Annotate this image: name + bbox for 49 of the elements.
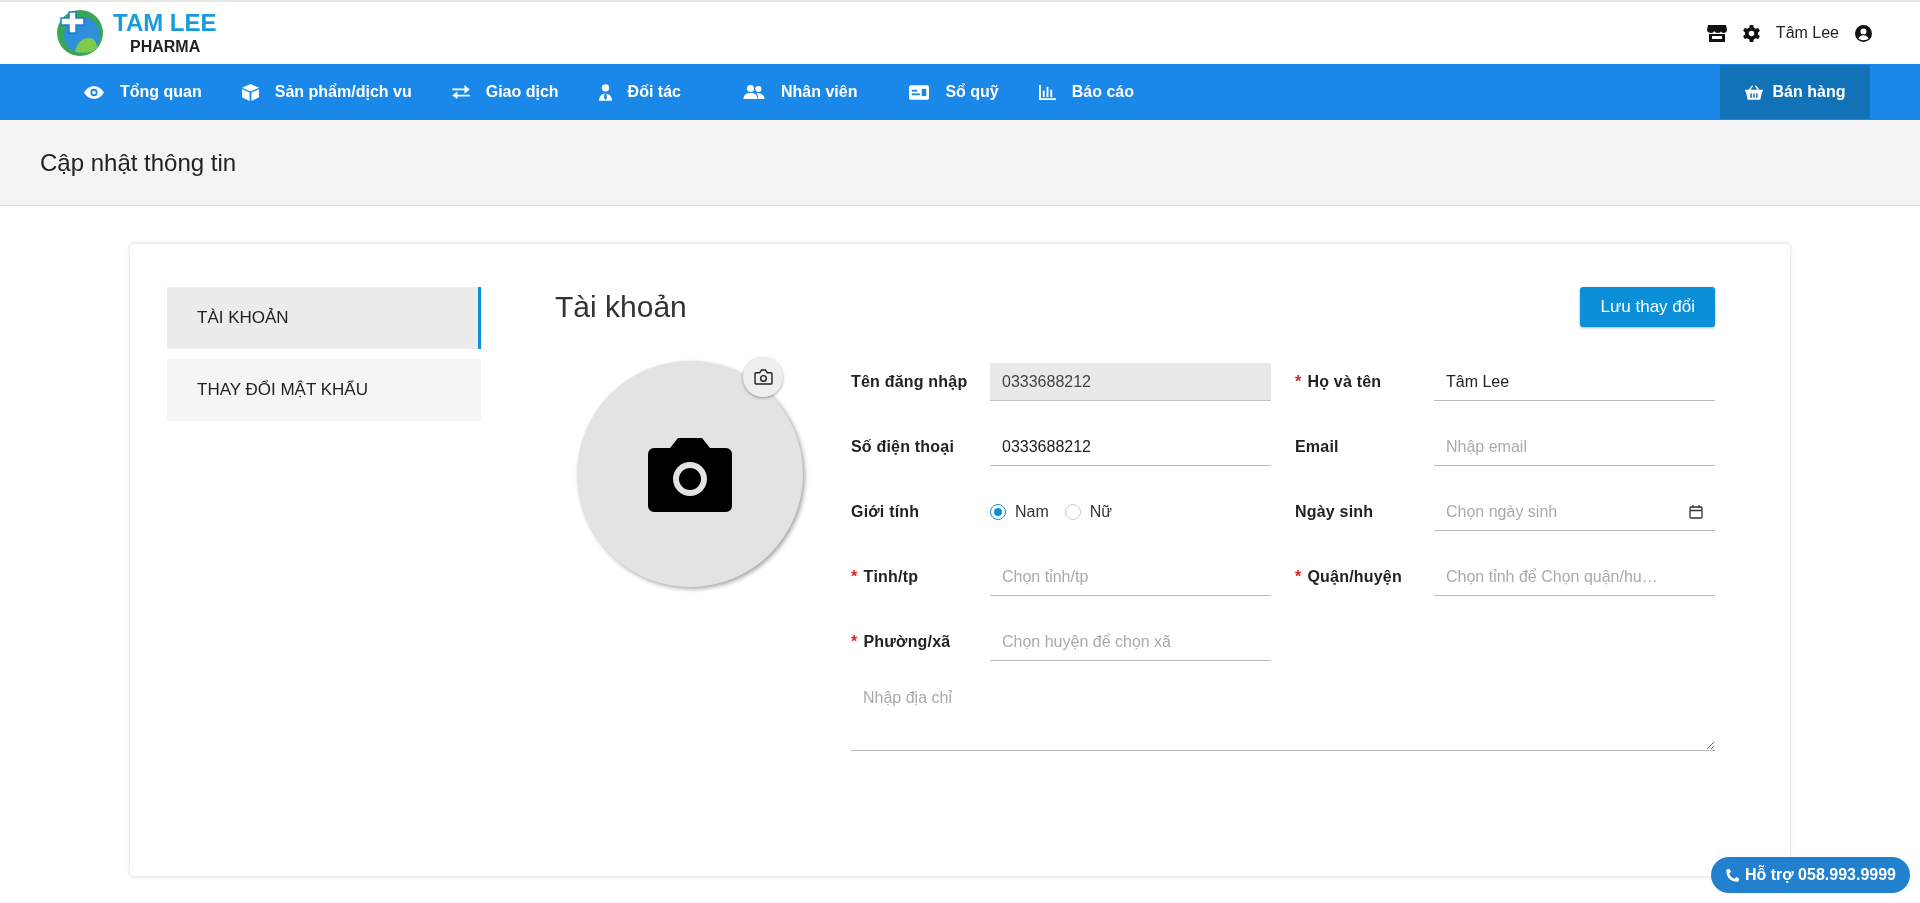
logo-name: TAM LEE: [113, 9, 217, 37]
basket-icon: [1744, 84, 1763, 100]
sell-button[interactable]: Bán hàng: [1720, 65, 1870, 119]
swap-arrows-icon: [451, 85, 470, 99]
required-mark: *: [851, 568, 858, 586]
change-photo-button[interactable]: [743, 357, 783, 397]
settings-icon[interactable]: [1742, 24, 1760, 42]
field-label: Số điện thoại: [851, 438, 955, 456]
field-label: Ngày sinh: [1295, 503, 1374, 521]
nav-item[interactable]: Báo cáo: [1038, 83, 1134, 101]
nav-item[interactable]: Nhân viên: [742, 83, 858, 101]
nav-item[interactable]: Sổ quỹ: [909, 83, 999, 101]
radio-option[interactable]: Nam: [990, 503, 1049, 521]
user-avatar-icon[interactable]: [1855, 24, 1872, 42]
store-icon[interactable]: [1706, 24, 1727, 42]
nav-item[interactable]: Đối tác: [598, 83, 681, 101]
box-icon: [241, 83, 259, 101]
calendar-icon[interactable]: [1689, 505, 1703, 519]
sidebar-tab[interactable]: THAY ĐỔI MẬT KHẨU: [167, 359, 481, 421]
logo-subtitle: PHARMA: [130, 37, 202, 57]
eye-icon: [84, 85, 104, 99]
camera-icon: [753, 369, 773, 385]
radio-option[interactable]: Nữ: [1064, 503, 1113, 521]
field-label: Quận/huyện: [1307, 568, 1402, 586]
field-label: Giới tính: [851, 503, 920, 521]
page-title: Cập nhật thông tin: [40, 148, 237, 177]
save-button[interactable]: Lưu thay đổi: [1580, 287, 1715, 327]
field-label: Tên đăng nhập: [851, 373, 968, 391]
nav-item[interactable]: Giao dịch: [451, 83, 559, 101]
field-label: Họ và tên: [1307, 373, 1382, 391]
logo-icon: [55, 8, 105, 58]
required-mark: *: [851, 633, 858, 651]
nav-item[interactable]: Sản phẩm/dịch vu: [241, 83, 412, 101]
bar-chart-icon: [1038, 84, 1056, 100]
support-button[interactable]: Hỗ trợ 058.993.9999: [1710, 857, 1910, 893]
nav-item[interactable]: Tổng quan: [84, 83, 202, 101]
people-icon: [742, 85, 765, 99]
section-title: Tài khoản: [555, 290, 687, 324]
sidebar-tab[interactable]: TÀI KHOẢN: [167, 287, 481, 349]
person-icon: [598, 83, 612, 101]
camera-icon: [648, 436, 732, 512]
required-mark: *: [1295, 373, 1302, 391]
field-label: Email: [1295, 438, 1339, 456]
required-mark: *: [1295, 568, 1302, 586]
user-name[interactable]: Tâm Lee: [1775, 24, 1839, 42]
card-icon: [909, 84, 930, 100]
phone-icon: [1724, 867, 1740, 883]
field-label: Phường/xã: [863, 633, 951, 651]
field-label: Tỉnh/tp: [863, 568, 919, 586]
